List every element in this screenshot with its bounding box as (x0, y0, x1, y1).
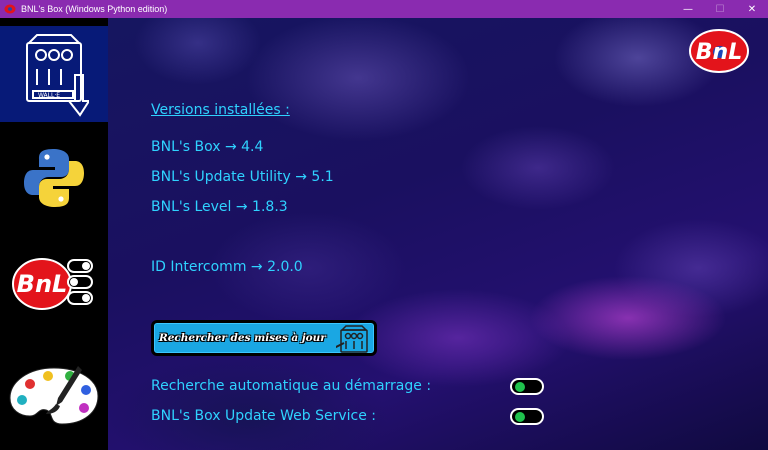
version-update-utility: BNL's Update Utility → 5.1 (151, 169, 334, 185)
walle-update-icon: WALL·E (26, 34, 89, 117)
version-bnls-level: BNL's Level → 1.8.3 (151, 199, 288, 215)
auto-check-toggle[interactable] (510, 378, 544, 395)
version-bnls-box: BNL's Box → 4.4 (151, 139, 264, 155)
sidebar-item-python[interactable] (0, 140, 108, 216)
bnl-logo-text: BnL (696, 40, 742, 65)
walle-small-icon (336, 325, 368, 353)
maximize-button[interactable]: ☐ (704, 0, 736, 18)
bnl-icon-text: BnL (17, 270, 68, 298)
close-button[interactable]: ✕ (736, 0, 768, 18)
toggle-knob (515, 412, 525, 422)
toggle-knob (515, 382, 525, 392)
app-window: BNL's Box (Windows Python edition) — ☐ ✕… (0, 0, 768, 450)
web-service-toggle[interactable] (510, 408, 544, 425)
web-service-label: BNL's Box Update Web Service : (151, 408, 376, 424)
auto-check-label: Recherche automatique au démarrage : (151, 378, 432, 394)
main-panel: Versions installées : BNL's Box → 4.4 BN… (108, 18, 768, 450)
sidebar-item-bnl-settings[interactable]: BnL (0, 250, 108, 318)
walle-icon-text: WALL·E (38, 92, 60, 99)
palette-icon (9, 366, 99, 425)
window-title: BNL's Box (Windows Python edition) (21, 4, 168, 14)
check-updates-button[interactable]: Rechercher des mises à jour (151, 320, 377, 356)
sidebar: WALL·E BnL (0, 18, 108, 450)
minimize-button[interactable]: — (672, 0, 704, 18)
sidebar-item-updates[interactable]: WALL·E (0, 26, 108, 122)
bnl-logo: BnL (689, 29, 749, 73)
check-updates-label: Rechercher des mises à jour (159, 332, 326, 344)
bnl-toggles-icon: BnL (12, 258, 93, 310)
versions-title: Versions installées : (151, 102, 290, 118)
version-id-intercomm: ID Intercomm → 2.0.0 (151, 259, 303, 275)
title-bar[interactable]: BNL's Box (Windows Python edition) — ☐ ✕ (0, 0, 768, 18)
window-controls: — ☐ ✕ (672, 0, 768, 18)
python-icon (24, 149, 84, 207)
app-logo-icon (4, 4, 16, 14)
sidebar-item-themes[interactable] (0, 358, 108, 434)
